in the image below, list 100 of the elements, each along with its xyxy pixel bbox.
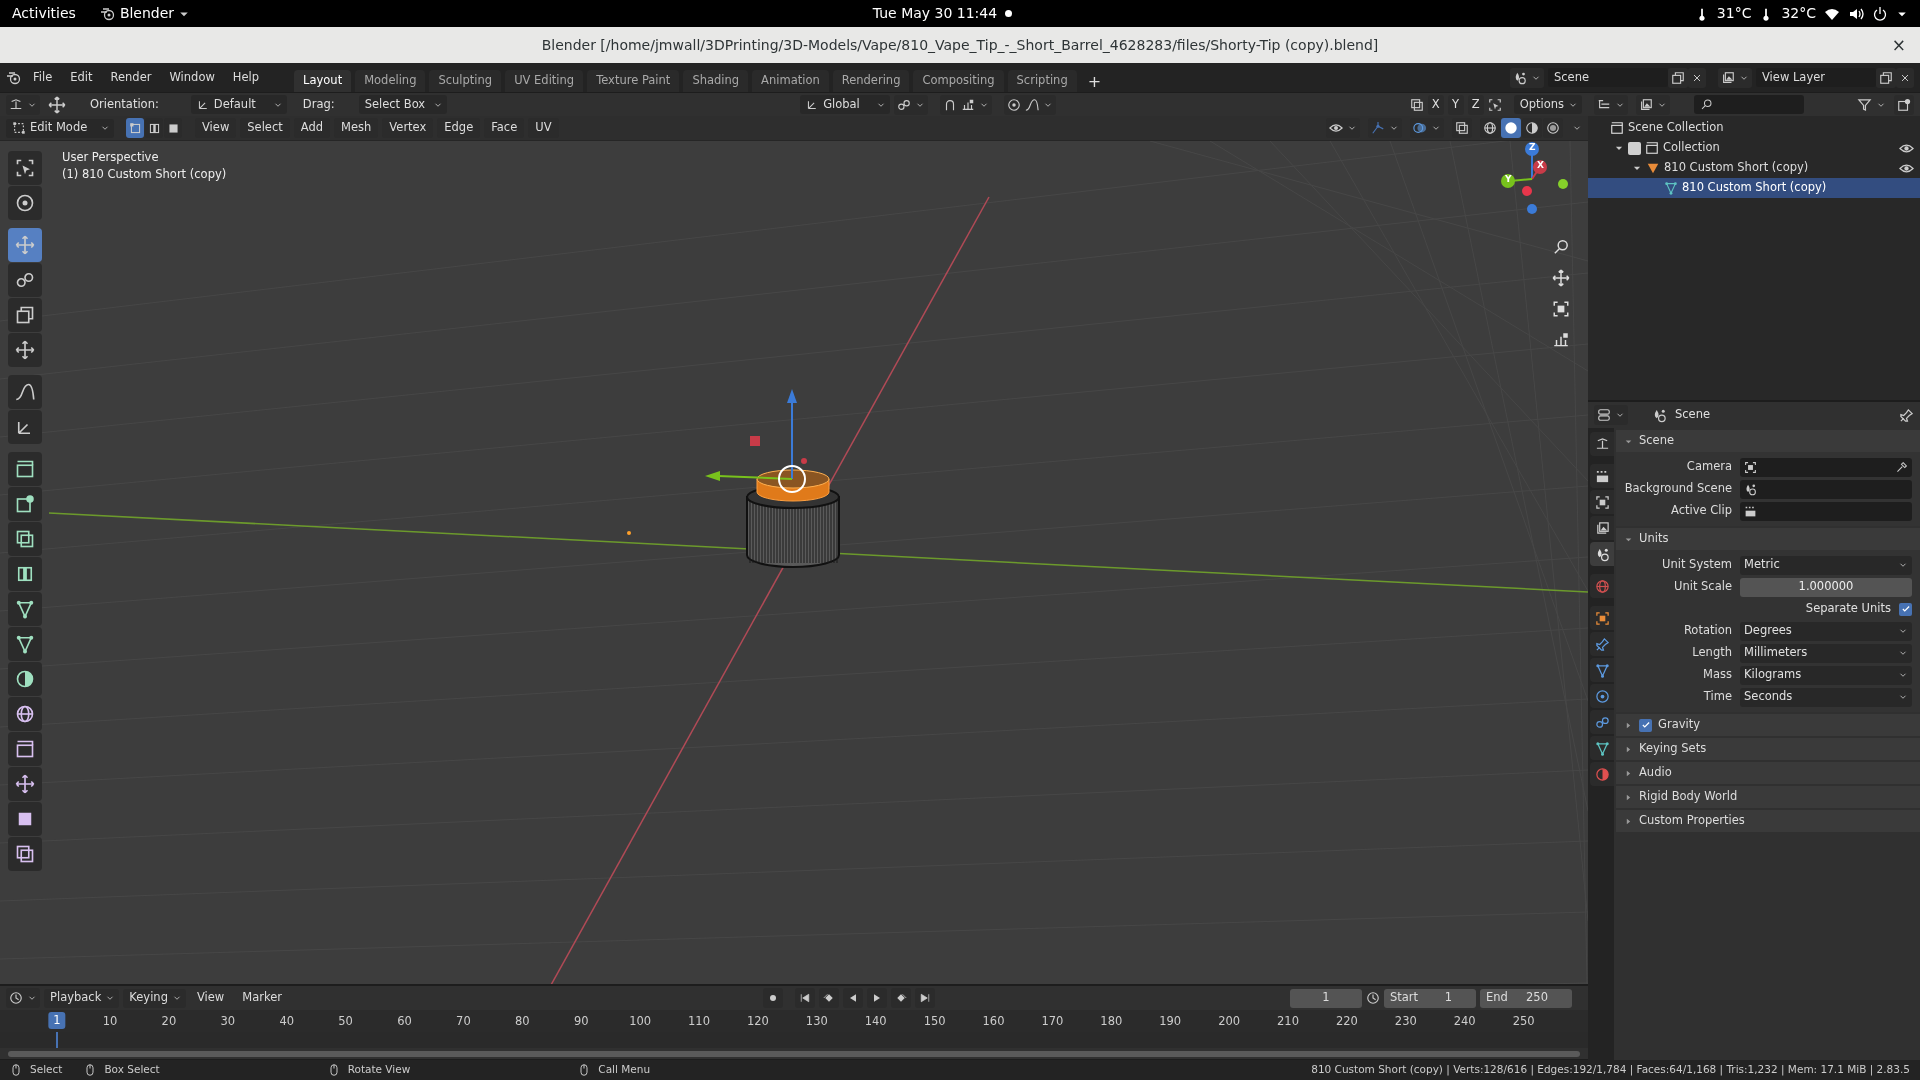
menu-item[interactable]: Vertex <box>382 118 434 138</box>
workspace-tab[interactable]: Animation <box>752 70 829 92</box>
scene-statistics: 810 Custom Short (copy) | Verts:128/616 | Edges:192/1,784 | Faces:64/1,168 | Tris:1,232 | Mem: 17.1 MiB | 2.83.5 <box>1311 1062 1910 1078</box>
axis-label: X <box>1537 160 1544 171</box>
drag-dropdown[interactable]: Select Box <box>358 95 447 114</box>
dropdown-field[interactable]: Degrees <box>1740 621 1912 641</box>
section-header[interactable]: Scene <box>1616 430 1920 452</box>
frame-number: 180 <box>1100 1013 1123 1030</box>
menu-item[interactable]: Select <box>240 118 290 138</box>
frame-number: 130 <box>805 1013 828 1030</box>
frame-number: 10 <box>102 1013 118 1030</box>
menu-item[interactable]: View <box>195 118 237 138</box>
section-header[interactable]: Units <box>1616 528 1920 550</box>
outliner-row[interactable]: 810 Custom Short (copy) <box>1588 158 1920 178</box>
menu-item[interactable]: UV <box>528 118 559 138</box>
menu-item[interactable]: Edge <box>437 118 481 138</box>
menu-item[interactable]: Add <box>293 118 331 138</box>
field-label: Rotation <box>1682 622 1732 640</box>
frame-number: 160 <box>982 1013 1005 1030</box>
frame-number: 190 <box>1159 1013 1182 1030</box>
checkbox-label: Separate Units <box>1805 600 1891 618</box>
section-header[interactable]: Custom Properties <box>1616 810 1920 832</box>
axis-label: Y <box>1505 174 1512 185</box>
menu-item[interactable]: Help <box>225 67 267 88</box>
menu-item[interactable]: View <box>189 988 232 1008</box>
frame-number: 220 <box>1335 1013 1358 1030</box>
menu-item[interactable]: Mesh <box>334 118 379 138</box>
dropdown-field[interactable]: Millimeters <box>1740 643 1912 663</box>
menu-item[interactable]: Window <box>162 67 222 88</box>
outliner-row[interactable]: Collection <box>1588 138 1920 158</box>
frame-number: 50 <box>338 1013 353 1030</box>
section-header[interactable]: Rigid Body World <box>1616 786 1920 808</box>
workspace-tab[interactable]: Layout <box>294 70 352 92</box>
start-frame-field[interactable]: Start 1 <box>1384 988 1476 1008</box>
activities-button[interactable]: Activities <box>12 3 76 24</box>
menu-item[interactable]: Face <box>484 118 525 138</box>
current-frame-field[interactable]: 1 <box>1290 988 1362 1008</box>
app-menu[interactable]: Blender <box>99 3 191 24</box>
frame-number: 170 <box>1041 1013 1064 1030</box>
workspace-tab[interactable]: Shading <box>683 70 749 92</box>
menu-item[interactable]: Render <box>103 67 159 88</box>
scene-field[interactable]: Scene <box>1548 68 1668 87</box>
field-label: Camera <box>1685 458 1732 476</box>
close-button[interactable]: × <box>1891 33 1906 59</box>
workspace-tab[interactable]: Compositing <box>913 70 1004 92</box>
menu-dropdown[interactable]: Playback <box>44 988 120 1008</box>
number-field[interactable]: 1.000000 <box>1740 577 1912 597</box>
workspace-tab[interactable]: Rendering <box>832 70 910 92</box>
viewport-info-text: User Perspective <box>62 150 159 164</box>
workspace-tab[interactable]: Sculpting <box>429 70 502 92</box>
outliner-row[interactable]: Scene Collection <box>1588 118 1920 138</box>
menu-item[interactable]: Edit <box>63 67 100 88</box>
frame-number: 90 <box>573 1013 589 1030</box>
frame-number: 30 <box>220 1013 236 1030</box>
frame-number: 20 <box>161 1013 177 1030</box>
field-label: Unit System <box>1661 556 1732 574</box>
add-workspace-button[interactable]: + <box>1080 72 1109 92</box>
menu-item[interactable]: File <box>26 67 60 88</box>
frame-number: 40 <box>279 1013 294 1030</box>
mode-dropdown[interactable]: Edit Mode <box>6 118 114 138</box>
workspace-tab[interactable]: UV Editing <box>505 70 584 92</box>
status-hint: Box Select <box>104 1062 160 1078</box>
menu-dropdown[interactable]: Keying <box>123 988 186 1008</box>
row-label: Collection <box>1663 139 1720 157</box>
outliner-row[interactable]: 810 Custom Short (copy) <box>1588 178 1920 198</box>
section-title: Audio <box>1639 764 1672 782</box>
row-label: Scene Collection <box>1628 119 1724 137</box>
menu-item[interactable]: Marker <box>235 988 289 1008</box>
field-label: Background Scene <box>1623 480 1732 498</box>
axis-toggle[interactable]: Y <box>1447 94 1464 115</box>
axis-toggle[interactable]: X <box>1427 94 1444 115</box>
frame-number: 250 <box>1512 1013 1535 1030</box>
dropdown-field[interactable]: Seconds <box>1740 687 1912 707</box>
playhead[interactable]: 1 <box>48 1012 66 1029</box>
orientation-dropdown[interactable]: Default <box>190 95 287 114</box>
clock[interactable]: Tue May 30 11:44 <box>872 3 998 24</box>
dropdown-field[interactable]: Kilograms <box>1740 665 1912 685</box>
view-layer-field[interactable]: View Layer <box>1756 68 1876 87</box>
section-title: Keying Sets <box>1639 740 1707 758</box>
section-header[interactable]: Audio <box>1616 762 1920 784</box>
panel-title: Scene <box>1675 406 1711 424</box>
dropdown-field[interactable]: Metric <box>1740 555 1912 575</box>
frame-number: 230 <box>1394 1013 1417 1030</box>
section-title: Rigid Body World <box>1639 788 1738 806</box>
status-hint: Rotate View <box>347 1062 411 1078</box>
frame-number: 210 <box>1277 1013 1299 1030</box>
workspace-tab[interactable]: Scripting <box>1007 70 1077 92</box>
workspace-tab[interactable]: Texture Paint <box>587 70 680 92</box>
transform-orientation-dropdown[interactable]: Global <box>800 95 891 114</box>
section-title: Units <box>1639 530 1669 548</box>
end-frame-field[interactable]: End 250 <box>1480 988 1572 1008</box>
field-label: Time <box>1702 688 1732 706</box>
options-dropdown[interactable]: Options <box>1513 95 1582 114</box>
row-label: 810 Custom Short (copy) <box>1664 159 1809 177</box>
section-header[interactable]: Gravity <box>1616 714 1920 736</box>
workspace-tab[interactable]: Modeling <box>355 70 426 92</box>
frame-number: 110 <box>688 1013 710 1030</box>
section-header[interactable]: Keying Sets <box>1616 738 1920 760</box>
axis-toggle[interactable]: Z <box>1467 94 1484 115</box>
axis-label: Z <box>1529 142 1536 153</box>
